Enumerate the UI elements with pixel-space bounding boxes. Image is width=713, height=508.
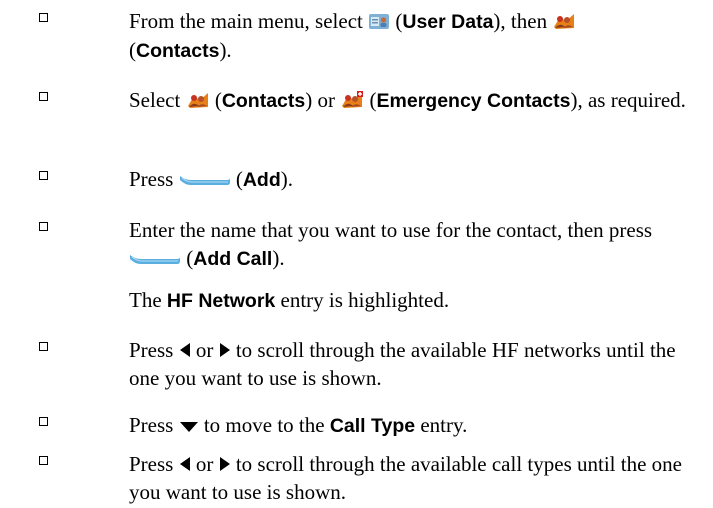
step-text: Press or to scroll through the available…	[129, 452, 682, 504]
left-arrow-icon	[179, 343, 190, 357]
right-arrow-icon	[219, 343, 230, 357]
checkbox-bullet	[39, 13, 48, 22]
step-text: Select (Contacts) or (Emergency Contacts…	[129, 88, 686, 112]
step-text: Press (Add).	[129, 167, 293, 191]
step-text: Press to move to the Call Type entry.	[129, 413, 468, 437]
checkbox-bullet	[39, 92, 48, 101]
right-arrow-icon	[219, 457, 230, 471]
checkbox-bullet	[39, 171, 48, 180]
note-text: The HF Network entry is highlighted.	[129, 288, 450, 312]
emergency-contacts-icon	[342, 91, 364, 108]
left-arrow-icon	[179, 457, 190, 471]
checkbox-bullet	[39, 342, 48, 351]
softkey-icon	[130, 255, 180, 264]
step-text: From the main menu, select (User Data), …	[129, 7, 689, 65]
user-data-icon	[369, 14, 390, 29]
checkbox-bullet	[39, 417, 48, 426]
checkbox-bullet	[39, 456, 48, 465]
contacts-icon	[554, 14, 575, 29]
checkbox-bullet	[39, 222, 48, 231]
step-text: Press or to scroll through the available…	[129, 338, 676, 390]
down-arrow-icon	[179, 422, 198, 432]
step-text: Enter the name that you want to use for …	[129, 218, 653, 270]
softkey-icon	[179, 176, 230, 185]
contacts-icon	[187, 93, 208, 108]
